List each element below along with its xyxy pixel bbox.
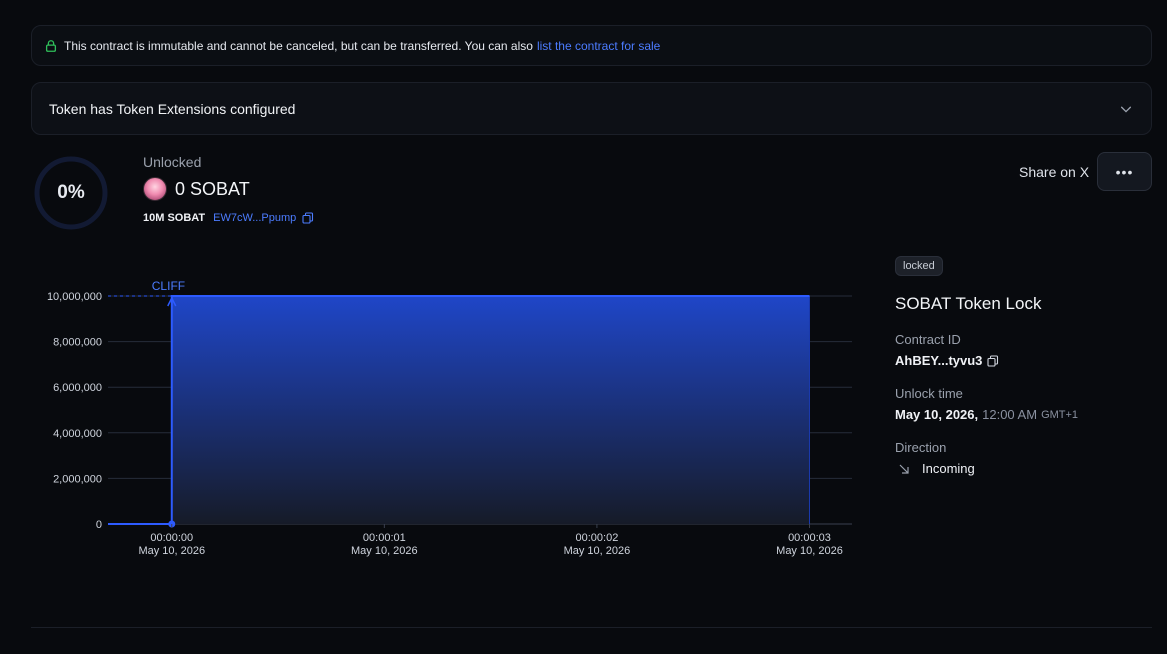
y-tick-label: 8,000,000 — [53, 337, 102, 349]
x-tick-date: May 10, 2026 — [138, 545, 205, 557]
token-extensions-label: Token has Token Extensions configured — [49, 100, 296, 117]
copy-icon[interactable] — [302, 212, 314, 224]
token-address-link[interactable]: EW7cW...Ppump — [213, 212, 296, 224]
x-tick-time: 00:00:03 — [788, 532, 831, 544]
direction-row: Incoming — [895, 461, 1145, 476]
unlocked-label: Unlocked — [143, 154, 202, 170]
arrow-down-right-icon — [899, 464, 909, 474]
more-options-button[interactable]: ••• — [1097, 152, 1152, 191]
x-tick-time: 00:00:01 — [363, 532, 406, 544]
unlock-time-label: Unlock time — [895, 386, 963, 401]
x-tick-time: 00:00:00 — [150, 532, 193, 544]
token-extensions-accordion[interactable]: Token has Token Extensions configured — [31, 82, 1152, 135]
y-tick-label: 10,000,000 — [47, 291, 102, 303]
x-tick-time: 00:00:02 — [576, 532, 619, 544]
unlock-timezone: GMT+1 — [1041, 408, 1079, 421]
token-avatar — [143, 177, 167, 201]
y-tick-label: 2,000,000 — [53, 473, 102, 485]
unlock-time-row: May 10, 2026, 12:00 AM GMT+1 — [895, 407, 1145, 422]
lock-icon — [45, 39, 57, 52]
unlock-date: May 10, 2026, — [895, 407, 979, 422]
cliff-annotation: CLIFF — [152, 279, 185, 293]
area-fill — [171, 296, 810, 524]
x-tick-date: May 10, 2026 — [564, 545, 631, 557]
x-tick-date: May 10, 2026 — [351, 545, 418, 557]
contract-title: SOBAT Token Lock — [895, 294, 1042, 313]
chevron-down-icon — [1120, 106, 1132, 113]
unlocked-amount-row: 0 SOBAT — [143, 177, 250, 201]
direction-label: Direction — [895, 440, 947, 455]
y-tick-label: 4,000,000 — [53, 428, 102, 440]
y-tick-label: 0 — [96, 519, 102, 531]
y-tick-label: 6,000,000 — [53, 382, 102, 394]
unlock-time: 12:00 AM — [982, 407, 1038, 422]
immutable-banner: This contract is immutable and cannot be… — [31, 25, 1152, 66]
x-tick-date: May 10, 2026 — [776, 545, 843, 557]
total-amount: 10M SOBAT — [143, 212, 206, 224]
copy-icon[interactable] — [987, 354, 999, 367]
contract-id-label: Contract ID — [895, 332, 961, 347]
contract-details: locked SOBAT Token Lock Contract ID AhBE… — [895, 256, 1145, 476]
contract-id-row: AhBEY...tyvu3 — [895, 353, 1145, 368]
share-on-x-button[interactable]: Share on X — [1019, 164, 1089, 180]
unlocked-amount: 0 SOBAT — [175, 178, 250, 199]
contract-id-value: AhBEY...tyvu3 — [895, 353, 983, 368]
banner-text: This contract is immutable and cannot be… — [64, 38, 533, 53]
progress-percent: 0% — [57, 182, 85, 203]
token-meta-row: 10M SOBAT EW7cW...Ppump — [143, 212, 314, 224]
status-badge: locked — [895, 256, 943, 276]
section-divider — [31, 627, 1152, 628]
vesting-chart: 0 2,000,000 4,000,000 6,000,000 8,000,000 10,… — [47, 279, 852, 557]
direction-value: Incoming — [922, 461, 975, 476]
list-for-sale-link[interactable]: list the contract for sale — [537, 39, 660, 53]
